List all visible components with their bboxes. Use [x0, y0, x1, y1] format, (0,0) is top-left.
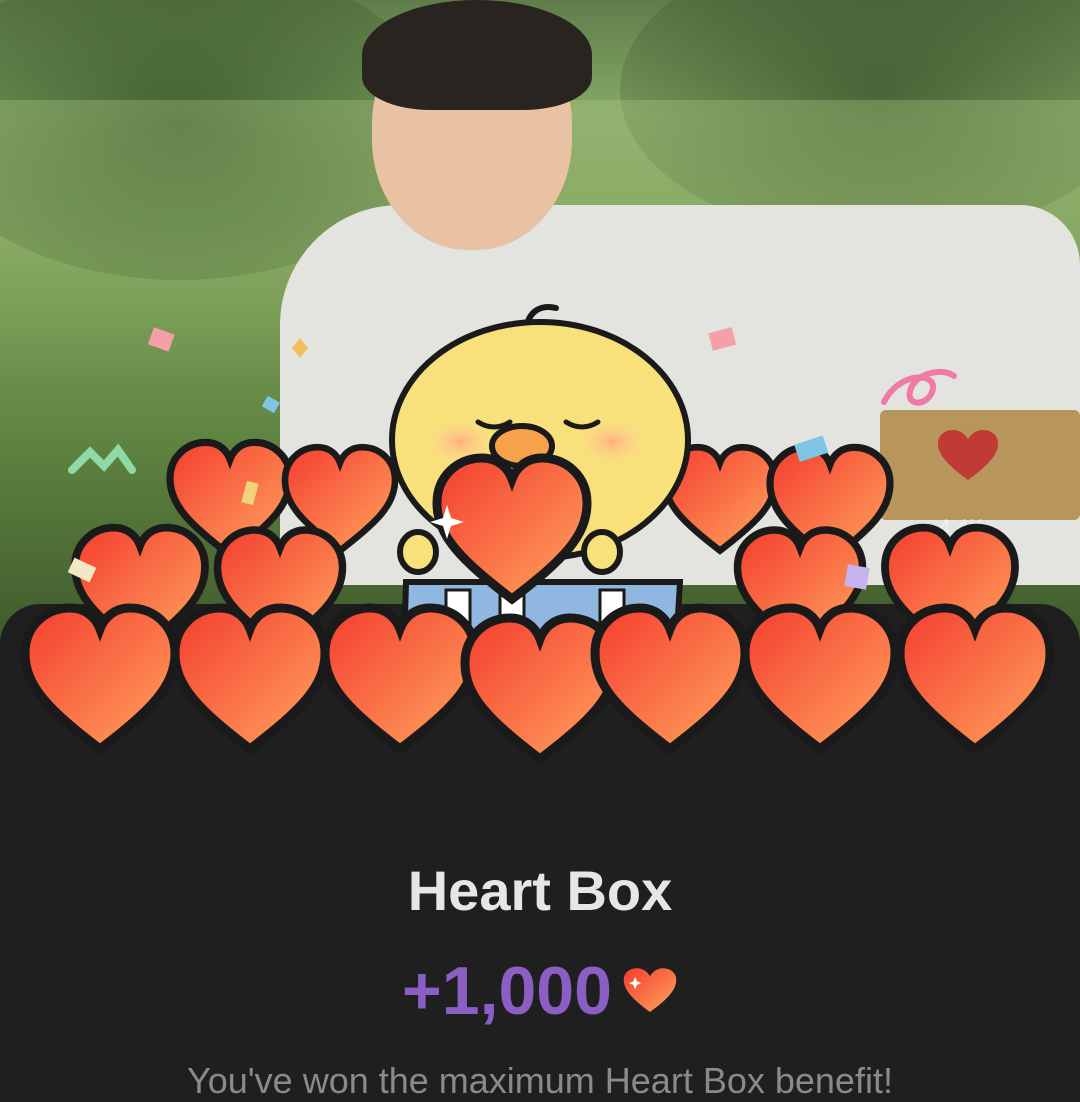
reward-subtitle: You've won the maximum Heart Box benefit…: [187, 1060, 893, 1101]
heart-icon: [623, 968, 677, 1012]
reward-title: Heart Box: [407, 859, 673, 922]
reward-amount: +1,000: [402, 953, 612, 1029]
heart-box-illustration: [0, 304, 1080, 810]
reward-amount-row: +1,000: [0, 952, 1080, 1030]
